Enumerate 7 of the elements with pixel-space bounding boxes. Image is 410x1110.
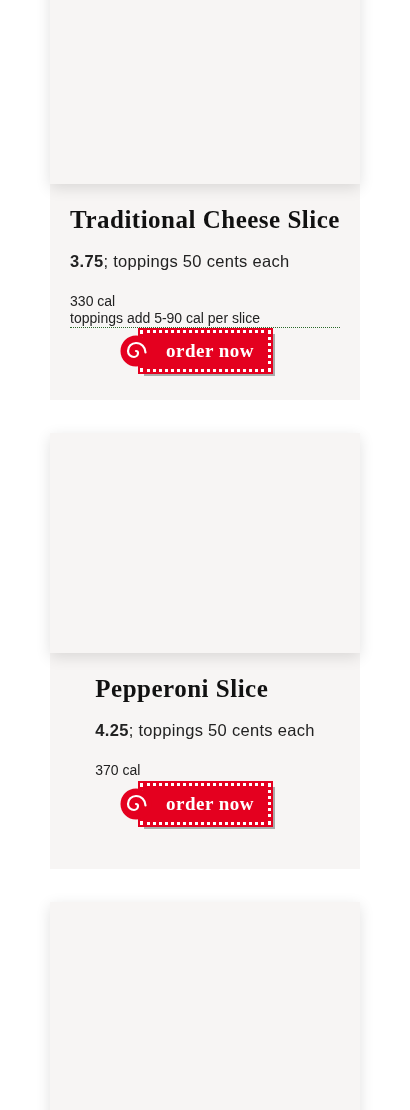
calorie-text: 370 cal bbox=[95, 760, 142, 779]
price-text: 3.75; toppings 50 cents each bbox=[70, 251, 291, 272]
calorie-note: toppings add 5-90 cal per slice bbox=[70, 309, 340, 328]
product-title: Traditional Cheese Slice bbox=[70, 208, 340, 231]
product-title: Pepperoni Slice bbox=[95, 677, 270, 700]
calorie-text: 330 cal bbox=[70, 291, 117, 310]
price-text: 4.25; toppings 50 cents each bbox=[95, 720, 315, 741]
